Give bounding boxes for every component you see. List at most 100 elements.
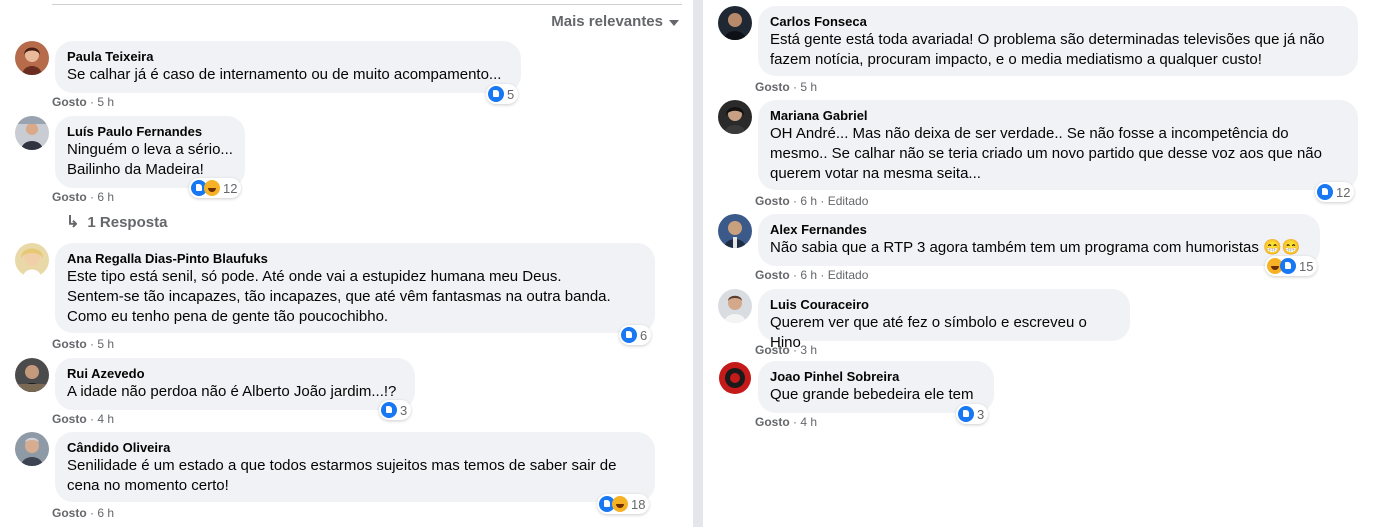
comment-bubble: Rui Azevedo A idade não perdoa não é Alb… [55, 358, 415, 410]
comment-time[interactable]: 6 h [800, 268, 817, 282]
reaction-count: 12 [223, 180, 238, 196]
comment-meta: Gosto · 6 h · Editado [755, 194, 869, 208]
reaction-count: 3 [400, 402, 408, 418]
comment-meta: Gosto · 4 h [52, 412, 115, 426]
reaction-count: 12 [1336, 184, 1351, 200]
avatar[interactable] [15, 432, 49, 466]
reply-arrow-icon: ↳ [66, 214, 80, 231]
comment-author[interactable]: Mariana Gabriel [770, 107, 1346, 124]
comment-text: Este tipo está senil, só pode. Até onde … [67, 268, 611, 325]
avatar[interactable] [718, 361, 752, 395]
comment-text: Querem ver que até fez o símbolo e escre… [770, 314, 1087, 351]
comment-meta: Gosto · 6 h [52, 506, 115, 520]
reaction-count: 15 [1299, 258, 1314, 274]
comment-author[interactable]: Paula Teixeira [67, 48, 509, 65]
haha-reaction-icon [612, 496, 628, 512]
comment-text: OH André... Mas não deixa de ser verdade… [770, 125, 1322, 182]
like-button[interactable]: Gosto [52, 190, 87, 204]
comment-author[interactable]: Luís Paulo Fernandes [67, 123, 233, 140]
comment-time[interactable]: 5 h [97, 95, 114, 109]
comment-author[interactable]: Luis Couraceiro [770, 296, 1118, 313]
comment-author[interactable]: Ana Regalla Dias-Pinto Blaufuks [67, 250, 643, 267]
reaction-summary[interactable]: 5 [486, 84, 519, 104]
comment-meta: Gosto · 6 h [52, 190, 115, 204]
avatar[interactable] [718, 6, 752, 40]
comment-time[interactable]: 3 h [800, 343, 817, 357]
like-reaction-icon [381, 402, 397, 418]
like-button[interactable]: Gosto [52, 412, 87, 426]
reaction-count: 18 [631, 496, 646, 512]
comment-bubble: Paula Teixeira Se calhar já é caso de in… [55, 41, 521, 93]
comment-author[interactable]: Carlos Fonseca [770, 13, 1346, 30]
comment-meta: Gosto · 6 h · Editado [755, 268, 869, 282]
comment-time[interactable]: 4 h [800, 415, 817, 429]
avatar[interactable] [15, 358, 49, 392]
edited-label[interactable]: Editado [828, 194, 869, 208]
like-button[interactable]: Gosto [755, 268, 790, 282]
sort-dropdown[interactable]: Mais relevantes [551, 13, 679, 30]
comment-time[interactable]: 6 h [800, 194, 817, 208]
comment-meta: Gosto · 3 h [755, 343, 818, 357]
reaction-count: 6 [640, 327, 648, 343]
like-reaction-icon [621, 327, 637, 343]
comment-meta: Gosto · 5 h [52, 337, 115, 351]
comment-time[interactable]: 5 h [800, 80, 817, 94]
like-button[interactable]: Gosto [52, 506, 87, 520]
like-button[interactable]: Gosto [755, 343, 790, 357]
comment-text: Está gente está toda avariada! O problem… [770, 31, 1325, 68]
reaction-summary[interactable]: 12 [189, 178, 242, 198]
comment-bubble: Cândido Oliveira Senilidade é um estado … [55, 432, 655, 502]
comment-meta: Gosto · 5 h [755, 80, 818, 94]
separator-line [52, 4, 682, 5]
haha-reaction-icon [204, 180, 220, 196]
reaction-summary[interactable]: 3 [379, 400, 412, 420]
comment-time[interactable]: 6 h [97, 506, 114, 520]
panel-divider [693, 0, 703, 527]
comment-author[interactable]: Alex Fernandes [770, 221, 1308, 238]
comment-time[interactable]: 4 h [97, 412, 114, 426]
comment-time[interactable]: 6 h [97, 190, 114, 204]
avatar[interactable] [718, 289, 752, 323]
like-reaction-icon [1280, 258, 1296, 274]
replies-label: 1 Resposta [87, 213, 168, 231]
like-button[interactable]: Gosto [755, 415, 790, 429]
like-reaction-icon [488, 86, 504, 102]
edited-label[interactable]: Editado [828, 268, 869, 282]
comment-author[interactable]: Cândido Oliveira [67, 439, 643, 456]
like-button[interactable]: Gosto [755, 80, 790, 94]
reaction-count: 5 [507, 86, 515, 102]
comment-text: Se calhar já é caso de internamento ou d… [67, 66, 502, 83]
reaction-summary[interactable]: 15 [1265, 256, 1318, 276]
comments-panel-left: Mais relevantes Paula Teixeira Se calhar… [0, 0, 693, 527]
avatar[interactable] [15, 41, 49, 75]
comment-bubble: Carlos Fonseca Está gente está toda avar… [758, 6, 1358, 76]
comment-bubble: Mariana Gabriel OH André... Mas não deix… [758, 100, 1358, 190]
reaction-summary[interactable]: 18 [597, 494, 650, 514]
comment-bubble: Ana Regalla Dias-Pinto Blaufuks Este tip… [55, 243, 655, 333]
comment-author[interactable]: Rui Azevedo [67, 365, 403, 382]
avatar[interactable] [718, 100, 752, 134]
view-replies-link[interactable]: ↳ 1 Resposta [66, 212, 167, 232]
reaction-summary[interactable]: 12 [1315, 182, 1355, 202]
comment-author[interactable]: Joao Pinhel Sobreira [770, 368, 982, 385]
like-button[interactable]: Gosto [755, 194, 790, 208]
avatar[interactable] [15, 243, 49, 277]
like-reaction-icon [958, 406, 974, 422]
comment-meta: Gosto · 5 h [52, 95, 115, 109]
avatar[interactable] [718, 214, 752, 248]
comment-text: Não sabia que a RTP 3 agora também tem u… [770, 239, 1301, 256]
comment-time[interactable]: 5 h [97, 337, 114, 351]
comment-text: Ninguém o leva a sério... Bailinho da Ma… [67, 141, 233, 178]
comments-panel-right: Carlos Fonseca Está gente está toda avar… [703, 0, 1400, 527]
like-button[interactable]: Gosto [52, 95, 87, 109]
like-button[interactable]: Gosto [52, 337, 87, 351]
reaction-summary[interactable]: 6 [619, 325, 652, 345]
like-reaction-icon [1317, 184, 1333, 200]
avatar[interactable] [15, 116, 49, 150]
comment-bubble: Joao Pinhel Sobreira Que grande bebedeir… [758, 361, 994, 413]
comment-bubble: Alex Fernandes Não sabia que a RTP 3 ago… [758, 214, 1320, 266]
comment-text: Senilidade é um estado a que todos estar… [67, 457, 617, 494]
comment-bubble: Luis Couraceiro Querem ver que até fez o… [758, 289, 1130, 351]
comment-text: A idade não perdoa não é Alberto João ja… [67, 383, 397, 400]
reaction-summary[interactable]: 3 [956, 404, 989, 424]
